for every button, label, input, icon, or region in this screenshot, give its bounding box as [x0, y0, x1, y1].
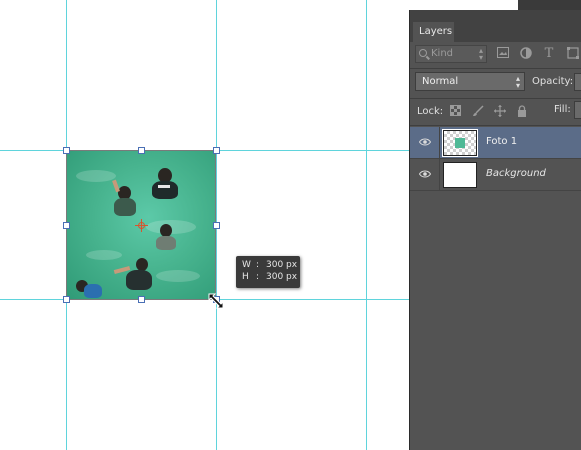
divider — [410, 68, 581, 69]
reference-point-icon[interactable] — [135, 219, 148, 232]
width-key: W — [242, 260, 251, 270]
height-key: H — [242, 272, 249, 282]
transform-handle-left[interactable] — [63, 222, 70, 229]
image-filter-icon[interactable] — [496, 47, 510, 61]
transform-handle-top-right[interactable] — [213, 147, 220, 154]
layer-thumbnail[interactable] — [443, 162, 477, 188]
visibility-toggle[interactable] — [410, 159, 440, 190]
opacity-field[interactable] — [574, 73, 581, 91]
panel-top-strip — [410, 0, 581, 10]
lock-label: Lock: — [417, 106, 444, 117]
fill-field[interactable] — [574, 101, 581, 119]
lock-row: Lock: Fill: — [410, 101, 581, 123]
height-value: 300 px — [266, 272, 298, 282]
visibility-toggle[interactable] — [410, 127, 440, 158]
updown-arrows-icon: ▴ ▾ — [478, 46, 483, 62]
search-icon — [419, 49, 427, 57]
swimmer-figure — [113, 254, 154, 294]
tab-layers[interactable]: Layers — [413, 22, 454, 42]
layer-filter-row: Kind ▴ ▾ T — [410, 42, 581, 68]
divider — [410, 98, 581, 99]
layer-row-background[interactable]: Background — [410, 159, 581, 190]
layers-panel: Layers Kind ▴ ▾ T Normal ▴ ▾ Opacity: Lock… — [409, 0, 581, 450]
document-canvas[interactable]: W : 300 px H : 300 px — [0, 0, 409, 450]
transform-handle-top-left[interactable] — [63, 147, 70, 154]
eye-icon — [419, 138, 431, 146]
swimmer-figure — [150, 222, 180, 258]
layer-name[interactable]: Foto 1 — [486, 136, 517, 147]
width-value: 300 px — [266, 260, 298, 270]
lock-position-icon[interactable] — [493, 105, 506, 118]
layer-name[interactable]: Background — [486, 168, 546, 179]
shape-filter-icon[interactable] — [566, 47, 580, 61]
transform-handle-bottom-left[interactable] — [63, 296, 70, 303]
transform-handle-right[interactable] — [213, 222, 220, 229]
adjustment-filter-icon[interactable] — [519, 47, 533, 61]
transform-handle-top[interactable] — [138, 147, 145, 154]
blend-row: Normal ▴ ▾ Opacity: — [410, 70, 581, 96]
divider — [410, 125, 581, 126]
lock-image-pixels-icon[interactable] — [471, 105, 484, 118]
vertical-guide[interactable] — [366, 0, 367, 450]
lock-all-icon[interactable] — [515, 105, 528, 118]
lock-transparent-pixels-icon[interactable] — [449, 105, 462, 118]
type-filter-icon[interactable]: T — [542, 47, 556, 61]
transform-size-tooltip: W : 300 px H : 300 px — [236, 256, 300, 288]
blend-mode-select[interactable]: Normal ▴ ▾ — [415, 72, 525, 91]
opacity-label: Opacity: — [532, 76, 574, 87]
swimmer-figure — [110, 179, 140, 220]
divider — [410, 190, 581, 191]
transform-handle-bottom[interactable] — [138, 296, 145, 303]
filter-kind-select[interactable]: Kind ▴ ▾ — [415, 45, 487, 63]
fill-label: Fill: — [554, 104, 571, 115]
panel-tab-bar: Layers — [410, 10, 581, 42]
updown-arrows-icon: ▴ ▾ — [515, 74, 520, 90]
swimmer-figure — [150, 168, 180, 208]
diagonal-resize-cursor-icon — [208, 293, 224, 309]
layer-row-foto-1[interactable]: Foto 1 — [410, 127, 581, 158]
layer-thumbnail[interactable] — [442, 129, 478, 157]
swimmer-figure — [70, 276, 104, 300]
eye-icon — [419, 170, 431, 178]
